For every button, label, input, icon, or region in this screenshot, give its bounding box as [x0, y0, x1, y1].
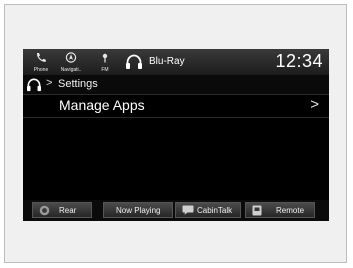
cabintalk-button-label: CabinTalk	[197, 206, 233, 215]
rear-button-label: Rear	[59, 206, 77, 215]
headphones-icon	[27, 78, 41, 92]
clock: 12:34	[275, 51, 323, 71]
infotainment-screen: Phone Navigati.. FM Blu-Ray 12:34 > Sett…	[23, 49, 329, 221]
navigation-icon	[65, 52, 77, 63]
remote-button[interactable]: Remote	[245, 202, 315, 218]
menu-item-label: Manage Apps	[59, 97, 145, 113]
headphones-icon	[126, 54, 142, 69]
remote-icon	[252, 205, 262, 216]
bottom-button-bar: Rear Now Playing CabinTalk Remote	[23, 200, 329, 221]
fm-source-label: FM	[101, 67, 109, 73]
phone-source-button[interactable]: Phone	[29, 51, 53, 73]
fm-radio-icon	[102, 53, 108, 63]
cabintalk-button[interactable]: CabinTalk	[175, 202, 241, 218]
now-playing-source-label: Blu-Ray	[149, 56, 185, 67]
fm-source-button[interactable]: FM	[93, 51, 117, 73]
breadcrumb: > Settings	[23, 75, 329, 95]
top-status-bar: Phone Navigati.. FM Blu-Ray 12:34	[23, 49, 329, 75]
rear-button[interactable]: Rear	[32, 202, 92, 218]
phone-icon	[36, 53, 46, 62]
breadcrumb-separator: >	[46, 77, 53, 89]
breadcrumb-label: Settings	[58, 78, 98, 90]
navigation-source-button[interactable]: Navigati..	[59, 51, 83, 73]
now-playing-button-label: Now Playing	[116, 206, 161, 215]
rear-icon	[39, 205, 50, 216]
phone-source-label: Phone	[33, 67, 49, 73]
chevron-right-icon: >	[310, 96, 319, 113]
remote-button-label: Remote	[276, 206, 305, 215]
manage-apps-menu-item[interactable]: Manage Apps >	[23, 95, 329, 118]
navigation-source-label: Navigati..	[60, 67, 82, 73]
now-playing-button[interactable]: Now Playing	[103, 202, 173, 218]
cabintalk-icon	[182, 205, 194, 215]
